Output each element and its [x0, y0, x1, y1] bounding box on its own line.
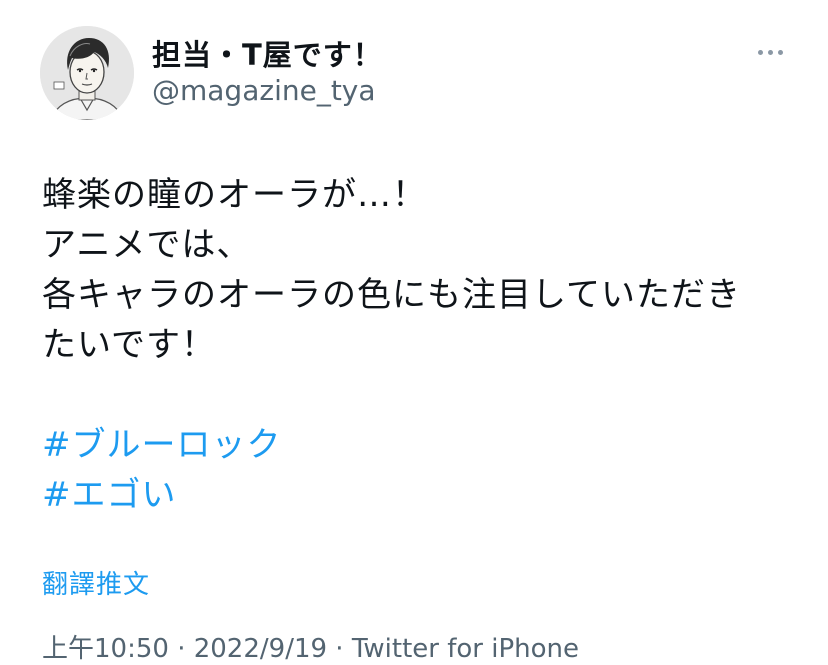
- tweet-text-line: 各キャラのオーラの色にも注目していただき: [42, 275, 741, 315]
- hashtag-link[interactable]: #エゴい: [42, 470, 802, 520]
- tweet-timestamp[interactable]: 上午10:50 · 2022/9/19 · Twitter for iPhone: [42, 628, 579, 665]
- author-display-name[interactable]: 担当・T屋です！: [152, 32, 383, 74]
- more-horizontal-icon-dot: [777, 49, 783, 55]
- author-handle[interactable]: @magazine_tya: [152, 74, 376, 107]
- avatar[interactable]: [40, 26, 134, 120]
- tweet-text-line: アニメでは、: [42, 225, 252, 265]
- more-horizontal-icon: [757, 49, 763, 55]
- tweet-text-line: 蜂楽の瞳のオーラが…！: [42, 175, 427, 215]
- tweet-text-line: たいです！: [42, 325, 216, 365]
- hashtag-link[interactable]: #ブルーロック: [42, 420, 802, 470]
- avatar-illustration: [40, 26, 134, 120]
- tweet-text: 蜂楽の瞳のオーラが…！ アニメでは、 各キャラのオーラの色にも注目していただき …: [42, 170, 802, 520]
- translate-tweet-link[interactable]: 翻譯推文: [42, 564, 150, 601]
- tweet-header: 担当・T屋です！ @magazine_tya: [40, 26, 800, 122]
- more-horizontal-icon-dot: [767, 49, 773, 55]
- more-options-button[interactable]: [750, 40, 790, 64]
